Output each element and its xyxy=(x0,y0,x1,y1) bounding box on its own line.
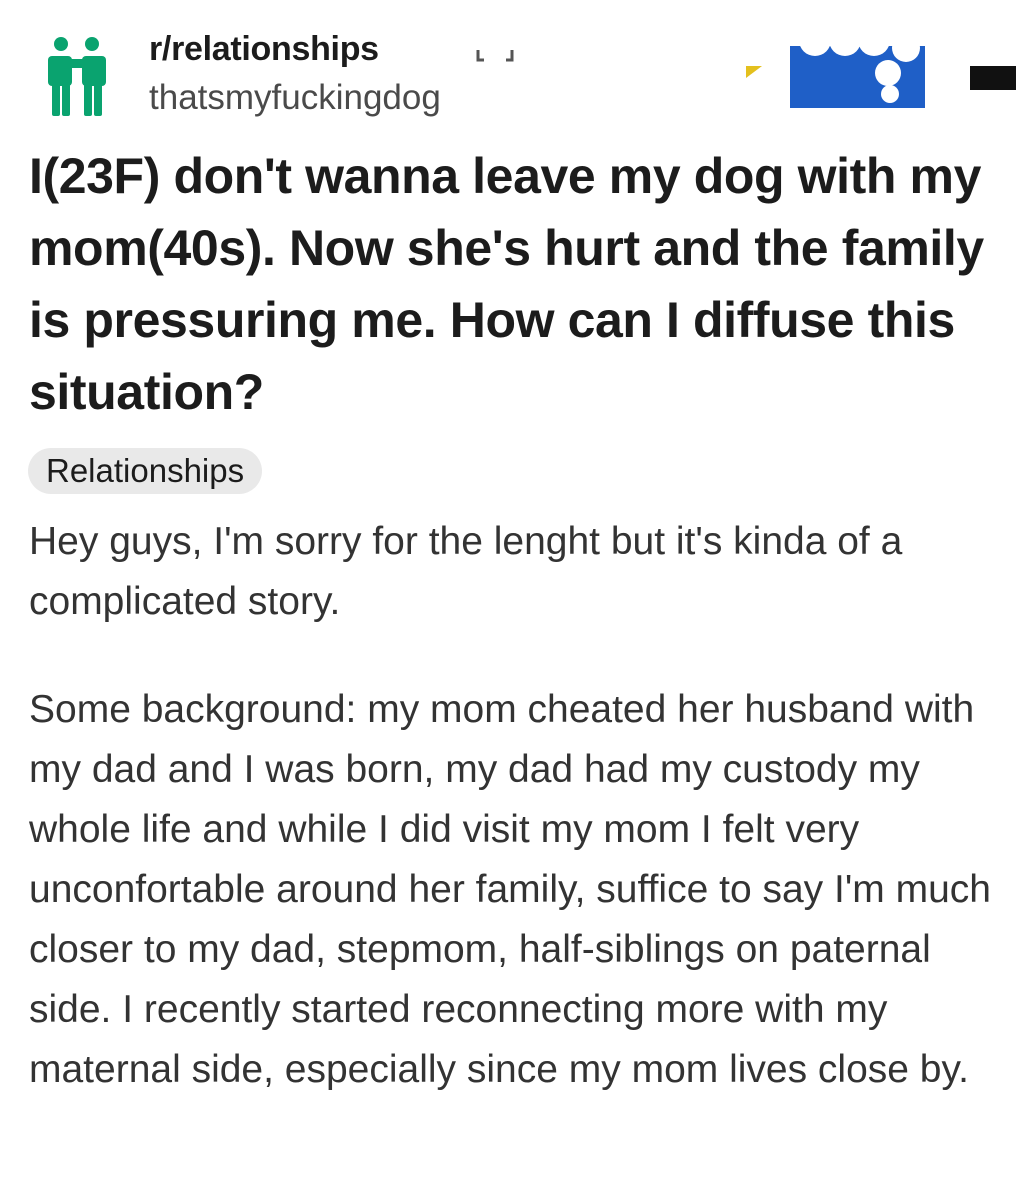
redaction-marks xyxy=(476,30,1016,108)
subreddit-name[interactable]: r/relationships xyxy=(149,30,379,69)
relationships-couple-icon[interactable] xyxy=(46,34,108,118)
post-title[interactable]: I(23F) don't wanna leave my dog with my … xyxy=(29,140,1019,428)
post-header: r/relationships thatsmyfuckingdog xyxy=(0,0,1026,130)
body-paragraph: Hey guys, I'm sorry for the lenght but i… xyxy=(29,520,903,623)
post-body: Hey guys, I'm sorry for the lenght but i… xyxy=(29,512,1014,1148)
flair-badge[interactable]: Relationships xyxy=(28,448,263,494)
author-name[interactable]: thatsmyfuckingdog xyxy=(149,78,441,118)
body-paragraph: Some background: my mom cheated her husb… xyxy=(29,688,991,1091)
